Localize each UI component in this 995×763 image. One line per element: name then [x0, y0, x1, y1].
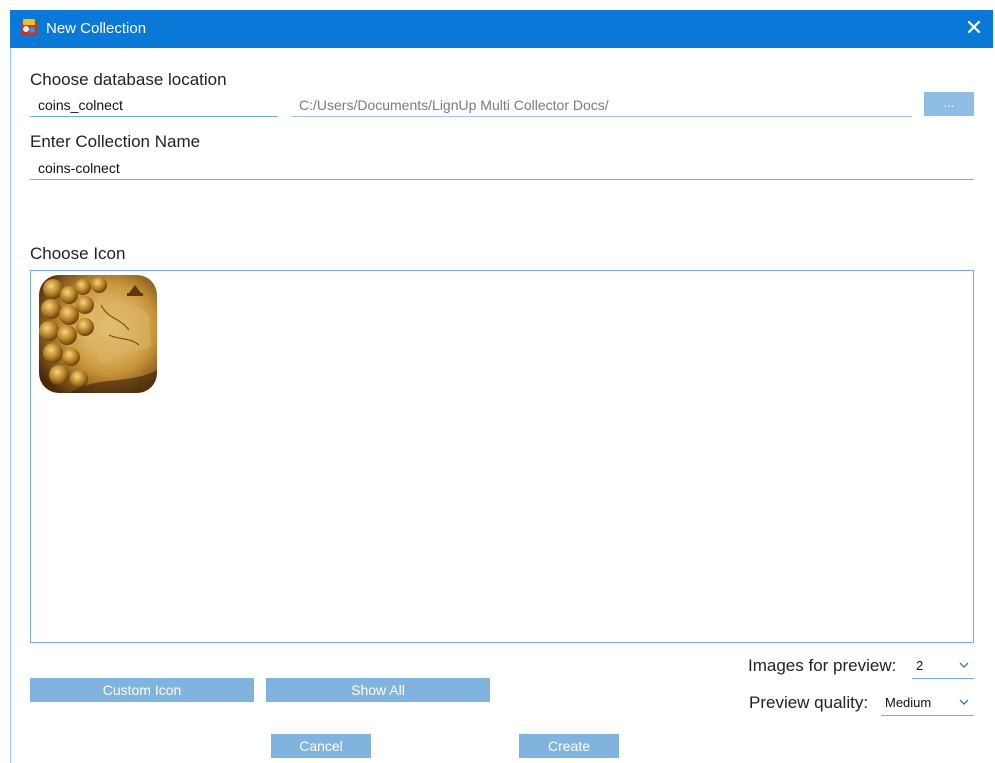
chevron-down-icon: [959, 662, 969, 668]
preview-quality-value: Medium: [885, 695, 932, 710]
show-all-button[interactable]: Show All: [266, 678, 490, 702]
preview-quality-label: Preview quality:: [749, 693, 869, 712]
choose-icon-label: Choose Icon: [30, 244, 126, 263]
database-name-input[interactable]: coins_colnect: [30, 95, 278, 117]
images-for-preview-select[interactable]: 2: [912, 655, 974, 679]
icon-list-panel[interactable]: [30, 270, 974, 643]
new-collection-dialog: New Collection ✕ Choose database locatio…: [0, 0, 995, 763]
database-location-label: Choose database location: [30, 70, 227, 89]
cancel-button[interactable]: Cancel: [271, 734, 371, 758]
collection-name-label: Enter Collection Name: [30, 132, 201, 151]
database-path-input[interactable]: C:/Users/Documents/LignUp Multi Collecto…: [291, 95, 912, 117]
preview-quality-select[interactable]: Medium: [881, 692, 974, 716]
collection-name-input[interactable]: coins-colnect: [30, 158, 974, 180]
close-icon: ✕: [964, 15, 984, 40]
create-button[interactable]: Create: [519, 734, 619, 758]
coins-map-icon[interactable]: [39, 275, 157, 393]
images-for-preview-value: 2: [916, 658, 924, 673]
window-title: New Collection: [46, 20, 147, 37]
title-bar[interactable]: New Collection ✕: [10, 10, 993, 48]
chevron-down-icon: [959, 699, 969, 705]
images-for-preview-label: Images for preview:: [748, 656, 897, 675]
browse-button[interactable]: ...: [924, 92, 974, 116]
window-border: [10, 48, 11, 763]
custom-icon-button[interactable]: Custom Icon: [30, 678, 254, 702]
coins-map-image: [39, 275, 157, 393]
app-icon: [21, 19, 37, 36]
close-button[interactable]: ✕: [957, 10, 991, 48]
